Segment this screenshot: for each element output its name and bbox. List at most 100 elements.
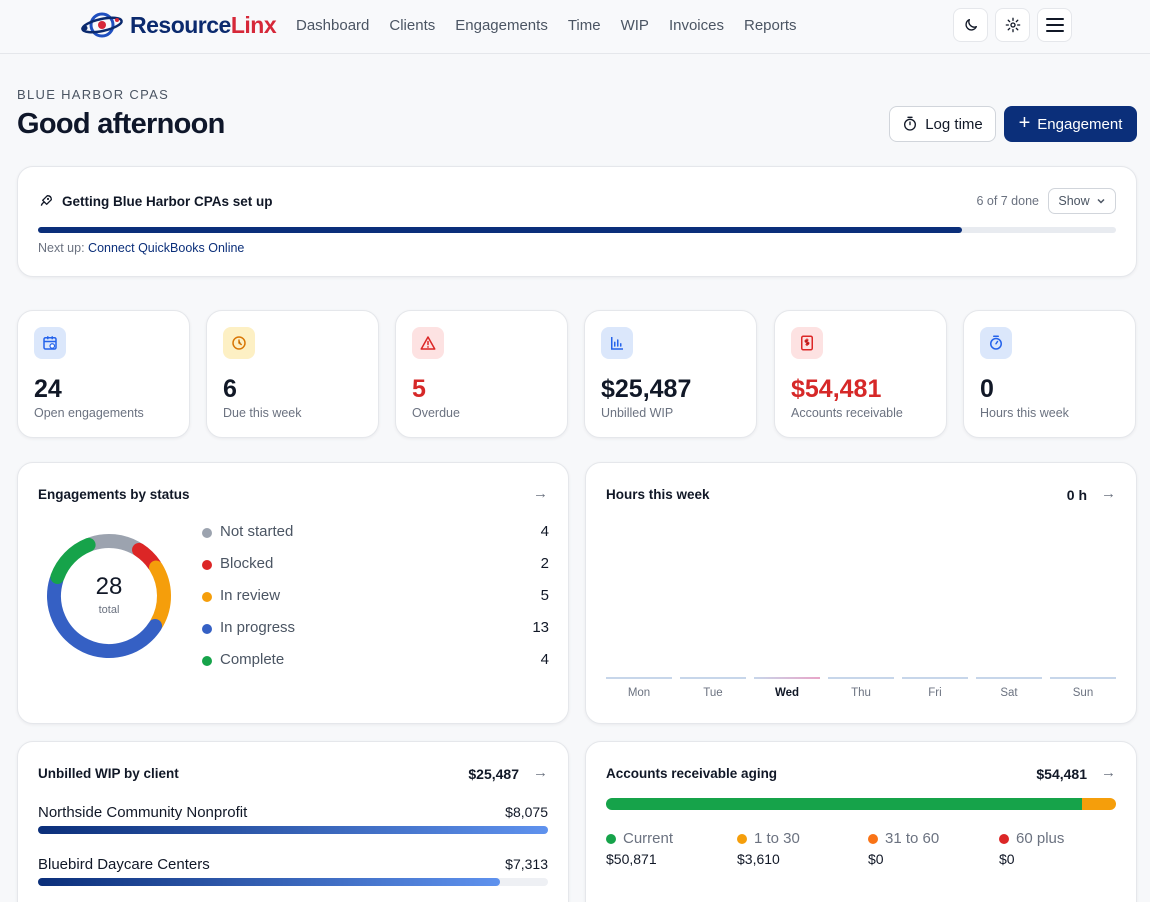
hours-bar (828, 677, 894, 679)
stopwatch-icon (904, 116, 917, 131)
menu-button[interactable] (1037, 8, 1072, 42)
hours-panel-title: Hours this week (606, 487, 710, 502)
day-label: Wed (774, 687, 800, 699)
legend-value: 4 (540, 523, 549, 540)
arrow-right-icon[interactable]: → (1101, 764, 1116, 781)
kpi-card[interactable]: 0 Hours this week (963, 310, 1136, 438)
settings-button[interactable] (995, 8, 1030, 42)
kpi-card[interactable]: $54,481 Accounts receivable (774, 310, 947, 438)
hours-bar (976, 677, 1042, 679)
kpi-value: 6 (223, 375, 237, 403)
status-legend-row[interactable]: Complete 4 (202, 651, 549, 671)
hours-day-column[interactable]: Tue (680, 677, 746, 699)
legend-dot (202, 592, 212, 602)
ar-total: $54,481 (1036, 766, 1087, 782)
ar-bucket[interactable]: 31 to 60 $0 (868, 830, 939, 867)
hamburger-icon (1045, 18, 1064, 32)
day-label: Sat (1000, 687, 1018, 699)
show-setup-button[interactable]: Show (1048, 188, 1116, 214)
hours-bar (1050, 677, 1116, 679)
theme-toggle-button[interactable] (953, 8, 988, 42)
hours-day-column[interactable]: Wed (754, 677, 820, 699)
ar-bucket[interactable]: 60 plus $0 (999, 830, 1064, 867)
status-legend-row[interactable]: In progress 13 (202, 619, 549, 639)
hours-bar (754, 677, 820, 679)
wip-client-value: $7,313 (505, 856, 548, 872)
nav-reports[interactable]: Reports (744, 17, 797, 34)
nav-invoices[interactable]: Invoices (669, 17, 724, 34)
log-time-button[interactable]: Log time (889, 106, 996, 142)
ar-aging-panel: Accounts receivable aging $54,481 → Curr… (585, 741, 1137, 902)
nav-time[interactable]: Time (568, 17, 601, 34)
brand-name: ResourceLinx (130, 11, 277, 38)
setup-next-step: Next up: Connect QuickBooks Online (38, 241, 245, 255)
hours-day-column[interactable]: Sun (1050, 677, 1116, 699)
gear-icon (1005, 17, 1020, 33)
kpi-value: $25,487 (601, 375, 692, 403)
kpi-label: Due this week (223, 406, 302, 420)
hours-total: 0 h (1066, 487, 1087, 503)
nav-engagements[interactable]: Engagements (455, 17, 548, 34)
wip-bar-track (38, 826, 548, 834)
status-panel: Engagements by status → 28 total Not sta… (17, 462, 569, 724)
hours-day-column[interactable]: Sat (976, 677, 1042, 699)
log-time-label: Log time (925, 115, 983, 133)
ar-bucket-label: 31 to 60 (885, 830, 940, 847)
stopwatch-icon (980, 327, 1012, 359)
nav-wip[interactable]: WIP (621, 17, 649, 34)
kpi-label: Overdue (412, 406, 460, 420)
wip-client-name: Northside Community Nonprofit (38, 804, 248, 821)
ar-aging-bar (606, 798, 1116, 810)
hours-day-column[interactable]: Thu (828, 677, 894, 699)
setup-title: Getting Blue Harbor CPAs set up (62, 194, 273, 209)
nav-clients[interactable]: Clients (389, 17, 435, 34)
status-legend-row[interactable]: In review 5 (202, 587, 549, 607)
legend-label: Blocked (220, 555, 274, 572)
legend-dot (202, 656, 212, 666)
donut-segment[interactable] (84, 534, 144, 556)
wip-panel-title: Unbilled WIP by client (38, 766, 179, 781)
wip-panel: Unbilled WIP by client $25,487 → Northsi… (17, 741, 569, 902)
legend-dot (202, 560, 212, 570)
legend-label: Complete (220, 651, 285, 668)
brand-logo[interactable]: ResourceLinx (80, 8, 277, 42)
day-label: Mon (627, 687, 651, 699)
kpi-card[interactable]: $25,487 Unbilled WIP (584, 310, 757, 438)
wip-client-name: Bluebird Daycare Centers (38, 856, 210, 873)
status-legend-row[interactable]: Not started 4 (202, 523, 549, 543)
hours-day-column[interactable]: Fri (902, 677, 968, 699)
kpi-label: Open engagements (34, 406, 144, 420)
wip-bar-track (38, 878, 548, 886)
legend-value: 4 (540, 651, 549, 668)
kpi-label: Unbilled WIP (601, 406, 674, 420)
arrow-right-icon[interactable]: → (533, 764, 548, 781)
rocket-icon (40, 195, 52, 206)
hours-day-column[interactable]: Mon (606, 677, 672, 699)
ar-bucket[interactable]: Current $50,871 (606, 830, 673, 867)
connect-quickbooks-link[interactable]: Connect QuickBooks Online (88, 241, 244, 255)
setup-progress-fill (38, 227, 962, 233)
ar-bucket-value: $0 (999, 851, 1015, 867)
org-name: BLUE HARBOR CPAS (17, 87, 170, 102)
ar-bucket-dot (868, 833, 878, 844)
engagement-label: Engagement (1037, 115, 1123, 133)
moon-icon (964, 19, 977, 31)
arrow-right-icon[interactable]: → (1101, 485, 1116, 502)
status-panel-title: Engagements by status (38, 487, 190, 502)
invoice-dollar-icon (791, 327, 823, 359)
ar-bucket-label: Current (623, 830, 674, 847)
arrow-right-icon[interactable]: → (533, 485, 548, 502)
calendar-clock-icon (34, 327, 66, 359)
kpi-card[interactable]: 24 Open engagements (17, 310, 190, 438)
donut-total: 28 (95, 573, 123, 600)
show-label: Show (1058, 194, 1090, 208)
donut-total-label: total (98, 604, 120, 616)
legend-value: 2 (540, 555, 549, 572)
day-label: Tue (703, 687, 723, 699)
nav-dashboard[interactable]: Dashboard (296, 17, 369, 34)
new-engagement-button[interactable]: + Engagement (1004, 106, 1137, 142)
ar-bucket[interactable]: 1 to 30 $3,610 (737, 830, 800, 867)
kpi-card[interactable]: 6 Due this week (206, 310, 379, 438)
kpi-card[interactable]: 5 Overdue (395, 310, 568, 438)
status-legend-row[interactable]: Blocked 2 (202, 555, 549, 575)
